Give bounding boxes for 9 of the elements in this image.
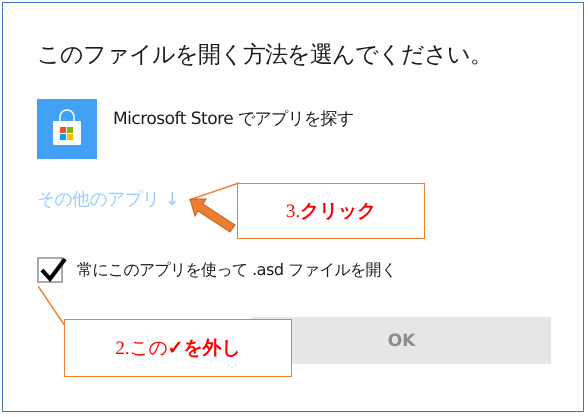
checkbox-label: 常にこのアプリを使って .asd ファイルを開く bbox=[77, 260, 397, 280]
store-bag-icon bbox=[37, 99, 97, 159]
dialog-title: このファイルを開く方法を選んでください。 bbox=[37, 41, 493, 70]
callout-note: 2.この✓を外し bbox=[64, 319, 292, 377]
store-option[interactable]: Microsoft Store でアプリを探す bbox=[113, 107, 354, 130]
more-apps-link[interactable]: その他のアプリ ↓ bbox=[37, 187, 180, 211]
arrow-icon bbox=[190, 197, 236, 233]
leader-line bbox=[189, 182, 239, 202]
callout-note: 3.クリック bbox=[237, 183, 425, 239]
